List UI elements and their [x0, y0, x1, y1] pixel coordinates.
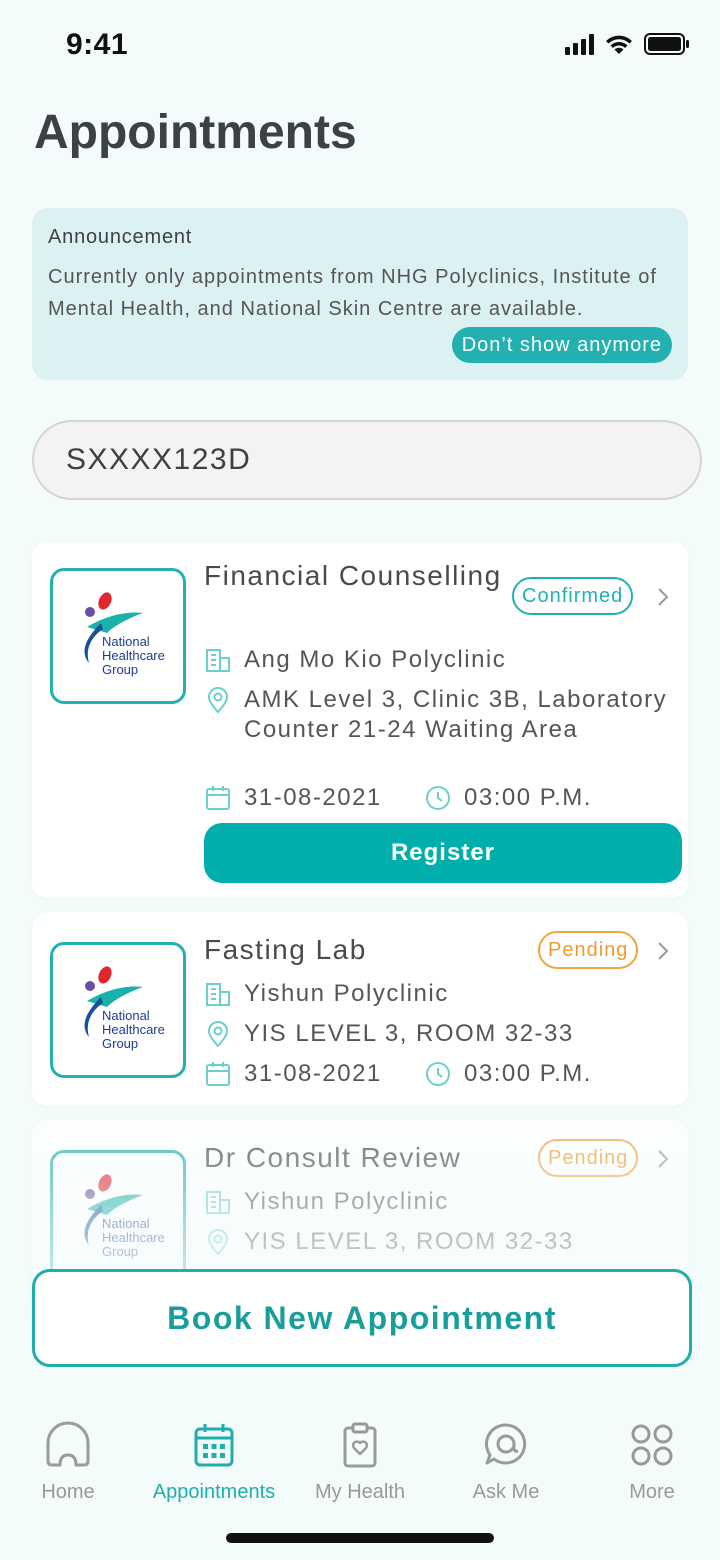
appointment-title: Fasting Lab: [204, 934, 367, 965]
clinic-name: Yishun Polyclinic: [244, 1188, 449, 1215]
appointment-card[interactable]: National Healthcare Group Financial Coun…: [32, 542, 688, 898]
calendar-icon: [206, 1062, 230, 1086]
dont-show-anymore-button[interactable]: Don’t show anymore: [451, 327, 672, 363]
clinic-name: Yishun Polyclinic: [244, 980, 449, 1007]
location-pin-icon: [207, 1021, 229, 1048]
nhg-logo: National Healthcare Group: [50, 942, 186, 1078]
grid-icon: [631, 1424, 673, 1466]
calendar-icon: [194, 1424, 234, 1467]
home-indicator[interactable]: [226, 1533, 494, 1543]
location-text: YIS LEVEL 3, ROOM 32-33: [244, 1020, 574, 1047]
nav-item-more[interactable]: More: [579, 1421, 720, 1504]
nav-item-appointments[interactable]: Appointments: [141, 1421, 287, 1504]
chevron-right-icon[interactable]: [656, 941, 670, 961]
date-time-row: 31-08-2021 03:00 P.M.: [204, 784, 592, 812]
status-time: 9:41: [66, 28, 129, 61]
logo-text-line1: National: [102, 1008, 150, 1023]
register-button[interactable]: Register: [204, 823, 682, 883]
chevron-right-icon[interactable]: [656, 587, 670, 607]
page-title: Appointments: [34, 106, 357, 159]
location-row: YIS LEVEL 3, ROOM 32-33: [204, 1227, 574, 1257]
logo-text-line1: National: [102, 1216, 150, 1231]
logo-text-line2: Healthcare: [102, 648, 165, 663]
clinic-row: Yishun Polyclinic: [204, 1187, 449, 1217]
logo-text-line3: Group: [102, 662, 138, 677]
logo-text-line3: Group: [102, 1036, 138, 1051]
appointment-date: 31-08-2021: [244, 1060, 382, 1087]
announcement-title: Announcement: [48, 226, 193, 248]
logo-text-line3: Group: [102, 1244, 138, 1259]
logo-text-line1: National: [102, 634, 150, 649]
location-text: YIS LEVEL 3, ROOM 32-33: [244, 1228, 574, 1255]
clinic-row: Yishun Polyclinic: [204, 979, 449, 1009]
clipboard-heart-icon: [343, 1422, 377, 1468]
building-icon: [206, 983, 230, 1006]
nric-selector-field[interactable]: SXXXX123D: [32, 420, 702, 500]
book-new-appointment-button[interactable]: Book New Appointment: [32, 1269, 692, 1367]
nav-item-home[interactable]: Home: [0, 1421, 141, 1504]
location-row: AMK Level 3, Clinic 3B, Laboratory Count…: [204, 685, 674, 745]
nav-label-my-health: My Health: [314, 1481, 406, 1503]
appointment-card[interactable]: National Healthcare Group Fasting Lab Pe…: [32, 912, 688, 1106]
nav-label-home: Home: [41, 1481, 95, 1503]
battery-icon: [644, 33, 689, 55]
date-time-row: 31-08-2021 03:00 P.M.: [204, 1060, 592, 1088]
clock-icon: [426, 1062, 450, 1086]
home-icon: [46, 1421, 90, 1467]
appointment-title: Financial Counselling: [204, 560, 502, 591]
status-icons: [565, 33, 690, 55]
status-badge: Confirmed: [512, 577, 634, 615]
clock-icon: [426, 786, 450, 810]
status-badge: Pending: [538, 931, 639, 969]
nav-label-appointments: Appointments: [152, 1481, 276, 1503]
building-icon: [206, 649, 230, 672]
clinic-row: Ang Mo Kio Polyclinic: [204, 645, 506, 675]
location-text: AMK Level 3, Clinic 3B, Laboratory Count…: [244, 686, 668, 743]
announcement-body: Currently only appointments from NHG Pol…: [48, 266, 657, 320]
building-icon: [206, 1191, 230, 1214]
nav-item-my-health[interactable]: My Health: [287, 1421, 433, 1504]
status-badge: Pending: [538, 1139, 639, 1177]
appointment-time: 03:00 P.M.: [464, 784, 592, 811]
appointment-date: 31-08-2021: [244, 784, 382, 811]
clinic-name: Ang Mo Kio Polyclinic: [244, 646, 507, 673]
nav-label-more: More: [629, 1481, 675, 1503]
cellular-signal-icon: [565, 33, 594, 55]
logo-text-line2: Healthcare: [102, 1022, 165, 1037]
chat-bubble-icon: [485, 1423, 527, 1465]
location-row: YIS LEVEL 3, ROOM 32-33: [204, 1019, 574, 1049]
calendar-icon: [206, 786, 230, 810]
nhg-logo: National Healthcare Group: [50, 568, 186, 704]
wifi-icon: [606, 35, 632, 54]
nav-label-ask-me: Ask Me: [472, 1481, 540, 1503]
location-pin-icon: [207, 687, 229, 714]
location-pin-icon: [207, 1229, 229, 1256]
appointment-time: 03:00 P.M.: [464, 1060, 592, 1087]
appointment-title: Dr Consult Review: [204, 1142, 462, 1173]
status-bar: 9:41: [0, 0, 720, 90]
nav-item-ask-me[interactable]: Ask Me: [433, 1421, 579, 1504]
logo-text-line2: Healthcare: [102, 1230, 165, 1245]
chevron-right-icon[interactable]: [656, 1149, 670, 1169]
nhg-logo: National Healthcare Group: [50, 1150, 186, 1286]
announcement-banner: Announcement Currently only appointments…: [32, 208, 688, 380]
